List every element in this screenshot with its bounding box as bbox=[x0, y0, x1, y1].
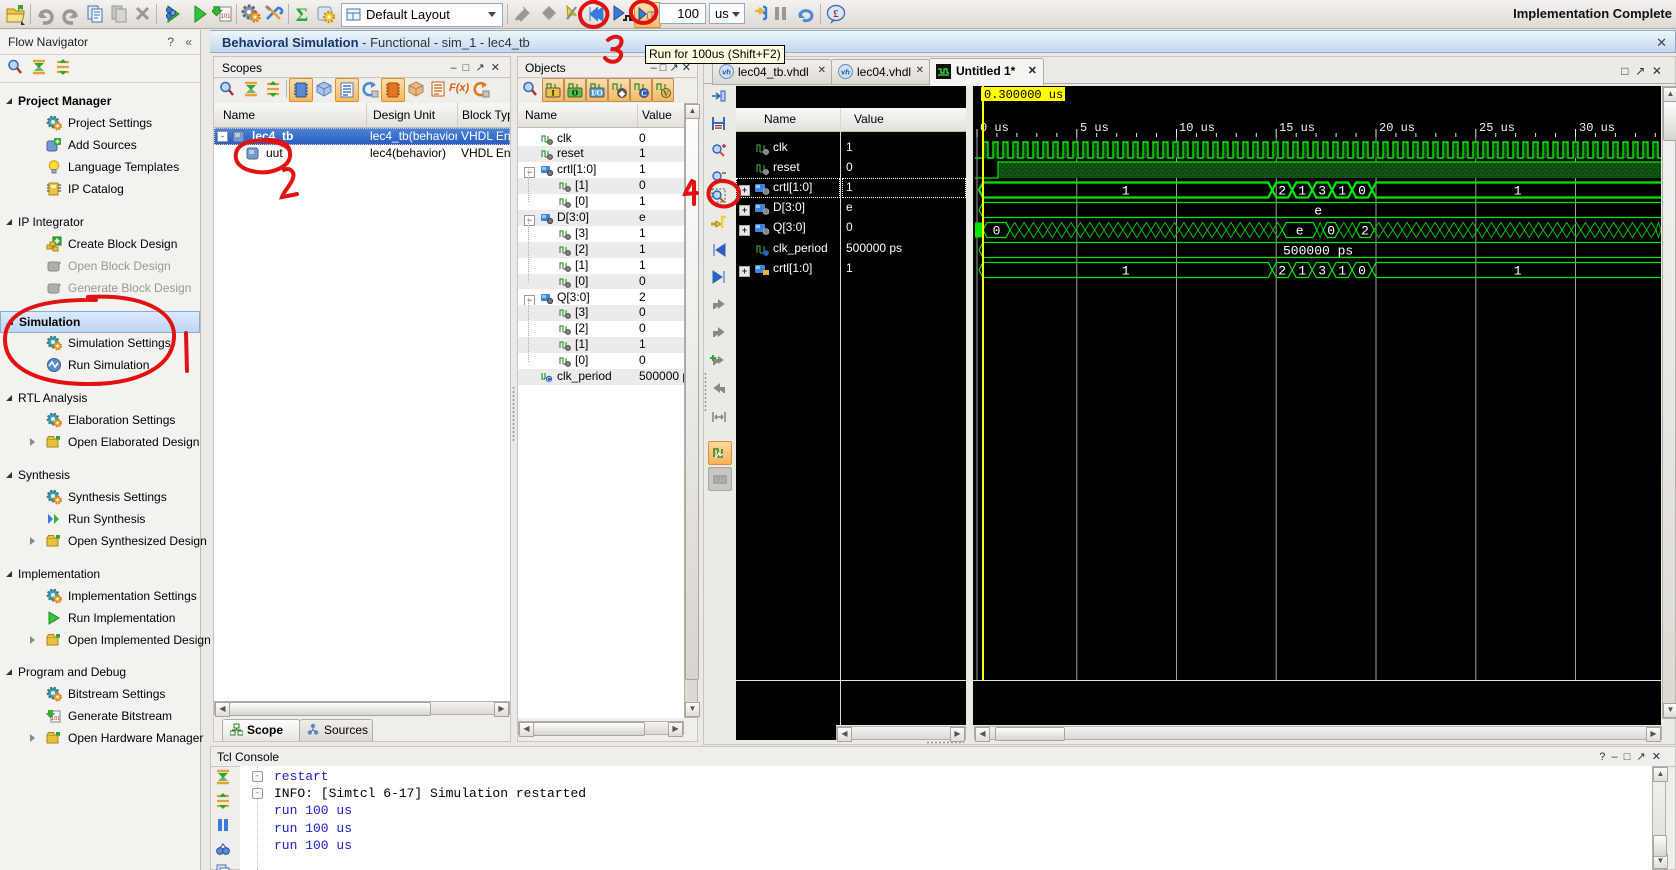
svg-text:5 us: 5 us bbox=[1080, 121, 1109, 135]
svg-text:1: 1 bbox=[1298, 184, 1306, 199]
svg-text:10 us: 10 us bbox=[1179, 121, 1215, 135]
svg-text:0: 0 bbox=[1358, 264, 1366, 279]
svg-text:3: 3 bbox=[1318, 184, 1326, 199]
svg-text:1: 1 bbox=[1122, 184, 1130, 199]
svg-text:£: £ bbox=[833, 8, 839, 20]
svg-text:25 us: 25 us bbox=[1479, 121, 1515, 135]
svg-text:101: 101 bbox=[51, 716, 60, 722]
svg-text:500000 ps: 500000 ps bbox=[1283, 244, 1353, 259]
svg-text:(T): (T) bbox=[646, 10, 658, 20]
svg-text:C: C bbox=[641, 89, 647, 98]
svg-text:3: 3 bbox=[1318, 264, 1326, 279]
svg-text:15 us: 15 us bbox=[1279, 121, 1315, 135]
svg-text:1: 1 bbox=[1298, 264, 1306, 279]
svg-text:1: 1 bbox=[1338, 184, 1346, 199]
svg-text:1: 1 bbox=[1514, 184, 1522, 199]
svg-text:C: C bbox=[547, 378, 552, 384]
svg-text:2: 2 bbox=[1278, 264, 1286, 279]
svg-text:20 us: 20 us bbox=[1379, 121, 1415, 135]
svg-text:e: e bbox=[1314, 204, 1322, 219]
svg-text:vh: vh bbox=[722, 68, 731, 77]
svg-text:0 us: 0 us bbox=[980, 121, 1009, 135]
svg-text:0: 0 bbox=[993, 224, 1001, 239]
svg-text:◆: ◆ bbox=[618, 89, 626, 98]
svg-text:1: 1 bbox=[1122, 264, 1130, 279]
svg-text:0: 0 bbox=[1327, 224, 1335, 239]
svg-text:1: 1 bbox=[1338, 264, 1346, 279]
svg-text:V: V bbox=[663, 89, 669, 98]
svg-text:1: 1 bbox=[1514, 264, 1522, 279]
svg-text:0: 0 bbox=[1358, 184, 1366, 199]
svg-text:e: e bbox=[1296, 224, 1304, 239]
svg-text:vh: vh bbox=[841, 68, 850, 77]
svg-text:Σ: Σ bbox=[296, 5, 308, 25]
svg-text:2: 2 bbox=[1361, 224, 1369, 239]
svg-text:0.300000 us: 0.300000 us bbox=[984, 88, 1063, 102]
svg-text:I: I bbox=[551, 89, 554, 98]
svg-text:101: 101 bbox=[220, 14, 231, 20]
svg-text:2: 2 bbox=[1278, 184, 1286, 199]
svg-text:O: O bbox=[572, 89, 578, 98]
svg-text:30 us: 30 us bbox=[1579, 121, 1615, 135]
svg-text:I/O: I/O bbox=[591, 89, 603, 98]
